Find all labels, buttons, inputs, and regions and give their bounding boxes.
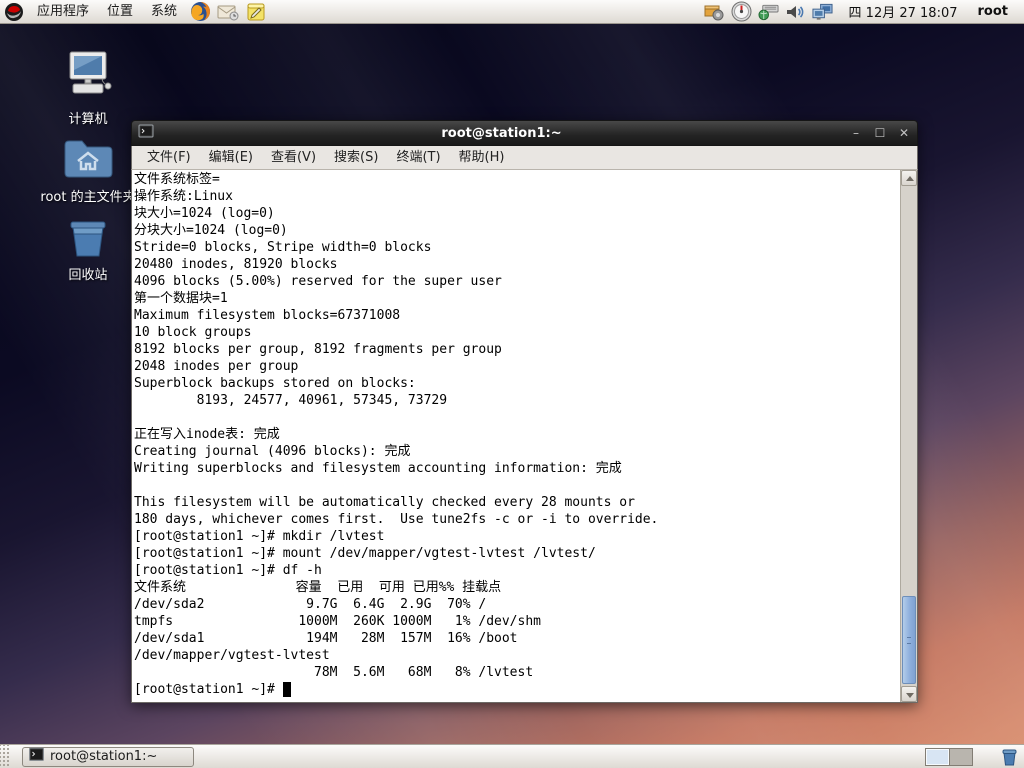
terminal-scrollbar[interactable] — [900, 170, 917, 702]
computer-icon — [61, 50, 115, 106]
desktop-icon-label: 计算机 — [68, 112, 108, 127]
username-label[interactable]: root — [974, 4, 1019, 19]
firefox-icon[interactable] — [188, 1, 212, 23]
menu-help[interactable]: 帮助(H) — [450, 146, 514, 169]
distro-logo-icon[interactable] — [2, 1, 26, 23]
menu-file[interactable]: 文件(F) — [138, 146, 200, 169]
menu-system[interactable]: 系统 — [142, 0, 186, 23]
system-monitor-icon[interactable] — [731, 1, 752, 22]
terminal-output-area[interactable]: 文件系统标签= 操作系统:Linux 块大小=1024 (log=0) 分块大小… — [131, 170, 918, 703]
scrollbar-thumb[interactable] — [902, 596, 916, 684]
network-displays-icon[interactable] — [812, 1, 833, 22]
terminal-output-text: 文件系统标签= 操作系统:Linux 块大小=1024 (log=0) 分块大小… — [134, 172, 659, 697]
volume-icon[interactable] — [785, 1, 806, 22]
terminal-window-icon — [138, 123, 154, 143]
menu-terminal[interactable]: 终端(T) — [387, 146, 449, 169]
terminal-mini-icon — [29, 747, 44, 766]
notes-icon[interactable] — [244, 1, 268, 23]
email-icon[interactable] — [216, 1, 240, 23]
desktop-icon-computer[interactable]: 计算机 — [33, 50, 143, 127]
show-desktop-button[interactable] — [0, 745, 10, 768]
trash-applet-icon[interactable] — [1001, 748, 1018, 766]
terminal-cursor — [283, 682, 291, 697]
top-panel: 应用程序 位置 系统 四 12月 27 18:07 root — [0, 0, 1024, 24]
menu-applications[interactable]: 应用程序 — [28, 0, 98, 23]
scroll-up-arrow-icon[interactable] — [901, 170, 917, 186]
maximize-button[interactable]: ☐ — [873, 126, 887, 140]
desktop-icon-label: 回收站 — [68, 268, 108, 283]
desktop-icon-trash[interactable]: 回收站 — [33, 218, 143, 283]
terminal-menubar: 文件(F) 编辑(E) 查看(V) 搜索(S) 终端(T) 帮助(H) — [131, 146, 918, 170]
terminal-titlebar[interactable]: root@station1:~ – ☐ ✕ — [131, 120, 918, 146]
menu-view[interactable]: 查看(V) — [262, 146, 325, 169]
taskbar-window-button[interactable]: root@station1:~ — [22, 746, 194, 767]
trash-icon — [65, 218, 111, 262]
desktop-icon-label: root 的主文件夹 — [40, 190, 136, 205]
keyboard-indicator-icon[interactable] — [758, 1, 779, 22]
menu-places[interactable]: 位置 — [98, 0, 142, 23]
clock[interactable]: 四 12月 27 18:07 — [839, 2, 968, 21]
menu-search[interactable]: 搜索(S) — [325, 146, 387, 169]
bottom-taskbar: root@station1:~ — [0, 744, 1024, 768]
taskbar-window-label: root@station1:~ — [50, 749, 158, 764]
desktop-icon-home[interactable]: root 的主文件夹 — [33, 136, 143, 205]
menu-edit[interactable]: 编辑(E) — [200, 146, 262, 169]
home-folder-icon — [61, 136, 115, 184]
minimize-button[interactable]: – — [849, 126, 863, 140]
scroll-down-arrow-icon[interactable] — [901, 686, 917, 702]
terminal-window: root@station1:~ – ☐ ✕ 文件(F) 编辑(E) 查看(V) … — [131, 120, 918, 703]
close-button[interactable]: ✕ — [897, 126, 911, 140]
window-title: root@station1:~ — [441, 125, 562, 141]
workspace-1[interactable] — [926, 748, 949, 765]
system-tray: 四 12月 27 18:07 root — [688, 1, 1024, 22]
desktop: 计算机 root 的主文件夹 回收站 root@station1:~ – ☐ ✕… — [0, 0, 1024, 768]
workspace-switcher — [925, 747, 973, 766]
package-updates-icon[interactable] — [704, 1, 725, 22]
workspace-2[interactable] — [949, 748, 972, 765]
